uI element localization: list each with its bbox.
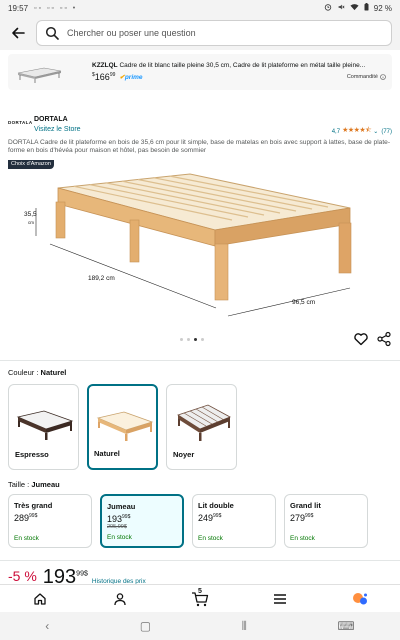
size-price: 27999$ [290,513,314,523]
sponsored-title: KZZLQL Cadre de lit blanc taille pleine … [92,62,366,69]
stock-status: En stock [290,535,315,542]
sponsored-price: $16699 [92,72,116,82]
search-bar[interactable] [36,20,392,46]
search-input[interactable] [67,28,367,38]
system-nav-bar: ‹ ▢ ⦀ ⌨ [0,612,400,640]
size-price: 28999$ [14,513,38,523]
rating-count: (77) [381,128,392,135]
noyer-bed-thumbnail [177,404,231,441]
size-name: Jumeau [107,502,136,511]
rating-stars-icon: ★★★★⯪ [342,127,372,134]
carousel-dot[interactable] [187,338,190,341]
user-icon [114,592,126,605]
sponsored-product-image [17,67,62,83]
stock-status: En stock [107,534,132,541]
search-icon [45,26,59,40]
brand-name: DORTALA [34,116,68,123]
color-option-label: Noyer [173,450,195,459]
product-title[interactable]: DORTALA Cadre de lit plateforme en bois … [8,139,392,155]
product-image[interactable]: 35,5 cm 189,2 cm 96,5 cm [20,168,380,328]
info-icon [380,74,386,80]
image-carousel-dots[interactable] [180,338,204,341]
system-keyboard-icon[interactable]: ⌨ [337,619,354,633]
menu-icon [274,593,286,604]
battery-icon [364,3,369,13]
size-selected: Jumeau [31,480,60,489]
system-recents-icon[interactable]: ⦀ [242,619,247,634]
visit-store-link[interactable]: Visitez le Store [34,126,81,133]
dimension-length: 189,2 cm [88,275,115,282]
heart-icon[interactable] [353,331,369,347]
carousel-dot[interactable] [180,338,183,341]
dimension-height-unit: cm [28,220,34,225]
prime-badge: ✔prime [119,74,143,81]
home-icon [34,592,46,605]
carousel-dot[interactable] [201,338,204,341]
size-label: Taille : Jumeau [8,480,60,489]
system-back-icon[interactable]: ‹ [45,619,49,633]
size-old-price: 205,99$ [107,524,127,530]
nav-assistant[interactable] [345,587,375,611]
system-home-icon[interactable]: ▢ [140,619,151,633]
brand-logo: DORTALA [8,120,33,125]
color-option-noyer[interactable]: Noyer [166,384,237,470]
carousel-dot-active[interactable] [194,338,197,341]
color-option-espresso[interactable]: Espresso [8,384,79,470]
dimension-width: 96,5 cm [292,299,315,306]
size-name: Lit double [198,501,234,510]
size-name: Grand lit [290,501,321,510]
share-icon[interactable] [376,331,392,347]
nav-home[interactable] [25,587,55,611]
naturel-bed-thumbnail [96,411,154,441]
dimension-height: 35,5 [24,211,37,218]
alarm-icon [324,3,332,13]
size-option-grand-lit[interactable]: Grand lit 27999$ En stock [284,494,368,548]
rating-summary[interactable]: 4,7 ★★★★⯪ ⌄ (77) [332,126,392,137]
size-price: 19399$ [107,514,131,524]
stock-status: En stock [198,535,223,542]
color-option-label: Espresso [15,450,49,459]
wifi-icon [350,3,359,13]
espresso-bed-thumbnail [16,410,74,440]
size-option-tres-grand[interactable]: Très grand 28999$ En stock [8,494,92,548]
stock-status: En stock [14,535,39,542]
nav-cart[interactable]: 5 [185,587,215,611]
cart-count: 5 [198,587,202,595]
search-header [0,16,400,50]
chevron-down-icon: ⌄ [373,129,379,135]
color-label: Couleur : Naturel [8,368,67,377]
divider [0,360,400,361]
status-bar: 19:57 ▫▫ ▫▫ ▫▫ • 92 % [0,0,400,16]
color-selected: Naturel [40,368,67,377]
back-button[interactable] [8,23,28,43]
color-option-naturel[interactable]: Naturel [87,384,158,470]
rating-value: 4,7 [331,128,341,135]
back-arrow-icon [12,27,25,39]
bottom-nav: 5 [0,584,400,612]
size-name: Très grand [14,501,53,510]
size-option-lit-double[interactable]: Lit double 24999$ En stock [192,494,276,548]
size-options: Très grand 28999$ En stock Jumeau 19399$… [8,494,368,548]
status-time: 19:57 [8,3,29,13]
size-option-jumeau[interactable]: Jumeau 19399$ 205,99$ En stock [100,494,184,548]
sponsored-label[interactable]: Commandité [347,74,386,80]
notification-icons: ▫▫ ▫▫ ▫▫ • [34,4,78,12]
nav-menu[interactable] [265,587,295,611]
size-price: 24999$ [198,513,222,523]
brand-row: DORTALA DORTALA Visitez le Store 4,7 ★★★… [8,112,392,136]
sponsored-product-banner[interactable]: KZZLQL Cadre de lit blanc taille pleine … [8,54,392,90]
discount-percent: -5 % [8,568,37,584]
assistant-icon [353,592,367,604]
mute-icon [337,3,345,13]
battery-level: 92 % [373,3,392,13]
color-options: Espresso Naturel Noyer [8,384,237,470]
divider [0,560,400,561]
nav-account[interactable] [105,587,135,611]
color-option-label: Naturel [94,449,120,458]
